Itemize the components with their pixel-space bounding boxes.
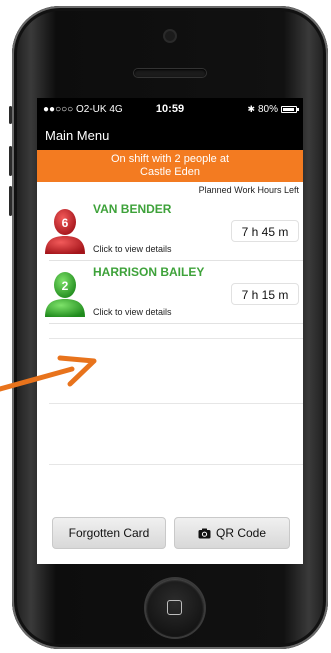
person-badge-number: 2 [62, 279, 69, 293]
nav-bar: Main Menu [37, 120, 303, 150]
list-divider [49, 464, 303, 465]
volume-up-button [9, 146, 12, 176]
list-header: Planned Work Hours Left [198, 185, 299, 195]
qr-code-label: QR Code [215, 526, 267, 540]
person-avatar-icon: 6 [45, 209, 85, 254]
hours-left: 7 h 15 m [231, 283, 299, 305]
person-row[interactable]: 6 VAN BENDER 7 h 45 m Click to view deta… [45, 198, 303, 261]
battery-icon [281, 105, 299, 113]
status-bar: ●●○○○ O2-UK 4G 10:59 ✱ 80% [37, 98, 303, 120]
person-badge-number: 6 [62, 216, 69, 230]
battery-percent: 80% [257, 103, 278, 115]
volume-down-button [9, 186, 12, 216]
person-name: HARRISON BAILEY [93, 265, 205, 279]
qr-code-button[interactable]: QR Code [174, 517, 290, 549]
carrier-signal: ●●○○○ O2-UK 4G [43, 103, 123, 115]
view-details-link[interactable]: Click to view details [93, 307, 172, 317]
hours-left: 7 h 45 m [231, 220, 299, 242]
mute-switch [9, 106, 12, 124]
page-title: Main Menu [45, 127, 110, 143]
forgotten-card-label: Forgotten Card [68, 526, 150, 540]
earpiece-speaker [134, 69, 206, 77]
person-name: VAN BENDER [93, 202, 172, 216]
home-button[interactable] [146, 579, 204, 637]
camera-icon [198, 528, 211, 538]
home-square-icon [167, 600, 182, 615]
shift-banner: On shift with 2 people at Castle Eden [37, 150, 303, 182]
list-divider [49, 338, 303, 339]
phone-screen: ●●○○○ O2-UK 4G 10:59 ✱ 80% Main Menu On … [37, 98, 303, 564]
banner-line-2: Castle Eden [140, 166, 200, 178]
front-camera [165, 31, 175, 41]
pointer-arrow [0, 355, 97, 392]
person-avatar-icon: 2 [45, 272, 85, 317]
person-row[interactable]: 2 HARRISON BAILEY 7 h 15 m Click to view… [45, 261, 303, 324]
banner-line-1: On shift with 2 people at [110, 153, 229, 165]
bluetooth-icon: ✱ [247, 103, 255, 114]
forgotten-card-button[interactable]: Forgotten Card [52, 517, 166, 549]
view-details-link[interactable]: Click to view details [93, 244, 172, 254]
